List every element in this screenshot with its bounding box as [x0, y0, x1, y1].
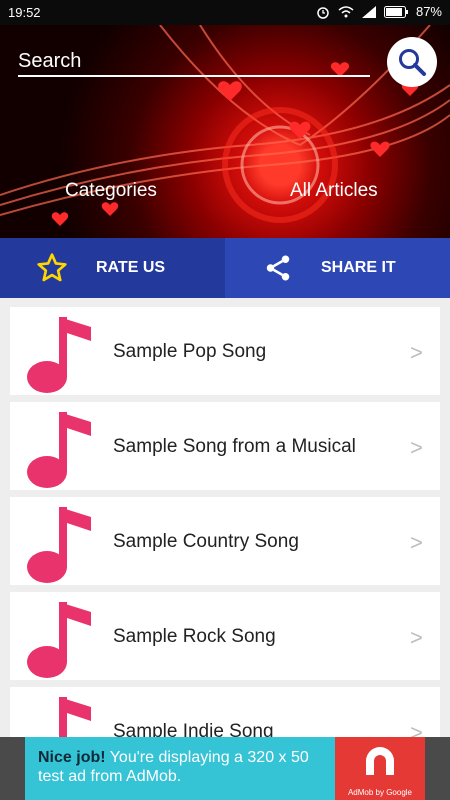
chevron-right-icon: >: [410, 530, 423, 555]
header-banner: Categories All Articles: [0, 25, 450, 238]
song-title: Sample Song from a Musical: [113, 436, 356, 457]
song-list: Sample Pop Song > Sample Song from a Mus…: [10, 307, 440, 782]
music-note-icon: [27, 602, 91, 678]
list-item[interactable]: Sample Country Song >: [10, 497, 440, 585]
admob-icon: [366, 747, 394, 775]
music-note-icon: [27, 507, 91, 583]
song-title: Sample Pop Song: [113, 341, 267, 362]
rate-us-label: RATE US: [96, 259, 166, 276]
wifi-icon: [338, 5, 354, 17]
signal-icon: [361, 5, 376, 18]
status-time: 19:52: [8, 5, 41, 20]
search-button[interactable]: [387, 37, 437, 87]
action-bar: RATE US SHARE IT: [0, 238, 450, 298]
list-item[interactable]: Sample Song from a Musical >: [10, 402, 440, 490]
ad-content[interactable]: Nice job! You're displaying a 320 x 50 t…: [25, 737, 425, 800]
battery-percent: 87%: [415, 4, 442, 19]
status-bar: 19:52 87%: [0, 0, 450, 25]
song-title: Sample Country Song: [113, 531, 299, 552]
ad-banner[interactable]: Nice job! You're displaying a 320 x 50 t…: [0, 737, 450, 800]
battery-icon: [383, 5, 408, 18]
music-note-icon: [27, 412, 91, 488]
tab-categories[interactable]: Categories: [65, 180, 157, 202]
rate-us-button[interactable]: RATE US: [0, 238, 225, 298]
share-icon: [266, 255, 290, 281]
song-title: Sample Rock Song: [113, 626, 276, 647]
chevron-right-icon: >: [410, 625, 423, 650]
list-item[interactable]: Sample Rock Song >: [10, 592, 440, 680]
chevron-right-icon: >: [410, 435, 423, 460]
share-it-button[interactable]: SHARE IT: [225, 238, 450, 298]
alarm-icon: [317, 6, 329, 19]
admob-logo[interactable]: AdMob by Google: [335, 737, 425, 800]
music-note-icon: [27, 317, 91, 393]
ad-brand: AdMob by Google: [347, 788, 413, 797]
ad-text: Nice job! You're displaying a 320 x 50 t…: [38, 748, 333, 786]
chevron-right-icon: >: [410, 340, 423, 365]
search-icon: [399, 49, 426, 76]
star-icon: [37, 253, 67, 282]
list-item[interactable]: Sample Pop Song >: [10, 307, 440, 395]
tab-all-articles[interactable]: All Articles: [290, 180, 378, 202]
ad-headline: Nice job!: [38, 749, 106, 766]
status-icons: 87%: [316, 4, 442, 19]
share-it-label: SHARE IT: [321, 259, 396, 276]
search-input[interactable]: [18, 47, 370, 77]
